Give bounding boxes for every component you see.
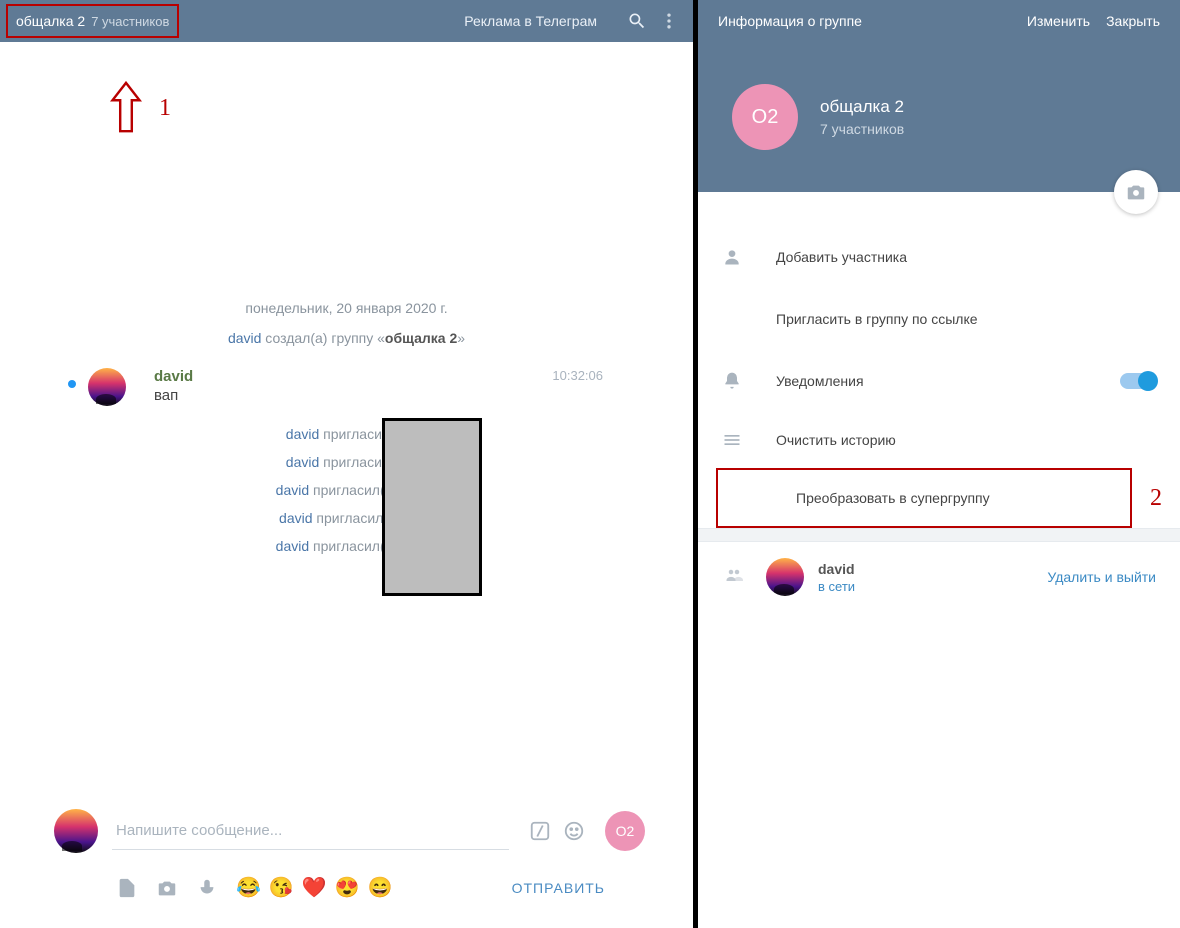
members-icon xyxy=(722,566,746,589)
chat-members-count: 7 участников xyxy=(91,14,169,29)
group-avatar[interactable]: О2 xyxy=(732,84,798,150)
avatar[interactable] xyxy=(88,368,126,406)
slash-command-icon[interactable] xyxy=(527,818,553,844)
system-invite-line: david пригласил(а) xyxy=(20,454,673,470)
system-invite-line: david пригласил(а) м xyxy=(20,510,673,526)
emoji-icon[interactable] xyxy=(561,818,587,844)
convert-supergroup-item[interactable]: Преобразовать в супергруппу xyxy=(718,470,1130,526)
annotation-number-1: 1 xyxy=(159,95,171,122)
group-avatar[interactable]: О2 xyxy=(605,811,645,851)
group-members-count: 7 участников xyxy=(820,121,904,137)
chat-body: 1 понедельник, 20 января 2020 г. david с… xyxy=(0,42,693,793)
notifications-toggle[interactable] xyxy=(1120,373,1156,389)
avatar[interactable] xyxy=(766,558,804,596)
chat-panel: общалка 2 7 участников Реклама в Телегра… xyxy=(0,0,698,928)
invite-block: david пригласил(а) david пригласил(а) da… xyxy=(20,426,673,554)
invite-link-item[interactable]: Пригласить в группу по ссылке xyxy=(698,288,1180,350)
member-name: david xyxy=(818,561,1047,577)
annotation-box-1: общалка 2 7 участников xyxy=(6,4,179,38)
ad-link[interactable]: Реклама в Телеграм xyxy=(464,13,597,29)
member-status: в сети xyxy=(818,579,1047,594)
annotation-number-2: 2 xyxy=(1150,485,1162,512)
emoji-quickbar[interactable]: 😂 😘 ❤️ 😍 😄 xyxy=(236,875,393,900)
avatar[interactable] xyxy=(54,809,98,853)
send-button[interactable]: ОТПРАВИТЬ xyxy=(512,880,605,896)
clear-history-item[interactable]: Очистить историю xyxy=(698,412,1180,468)
change-photo-button[interactable] xyxy=(1114,170,1158,214)
search-icon[interactable] xyxy=(627,11,647,31)
chat-title[interactable]: общалка 2 xyxy=(16,13,85,29)
mic-icon[interactable] xyxy=(196,877,218,899)
message-row: david вап 10:32:06 xyxy=(20,368,673,404)
system-invite-line: david пригласил(а) Vk xyxy=(20,538,673,554)
leave-group-button[interactable]: Удалить и выйти xyxy=(1047,569,1156,585)
message-text: вап xyxy=(154,387,673,404)
group-name: общалка 2 xyxy=(820,97,904,117)
person-icon xyxy=(722,247,776,267)
add-member-item[interactable]: Добавить участника xyxy=(698,226,1180,288)
system-created-line: david создал(а) группу «общалка 2» xyxy=(20,330,673,346)
menu-icon xyxy=(722,430,776,450)
edit-button[interactable]: Изменить xyxy=(1027,13,1090,29)
notifications-item[interactable]: Уведомления xyxy=(698,350,1180,412)
redacted-block xyxy=(382,418,482,596)
message-time: 10:32:06 xyxy=(552,368,603,383)
chat-header: общалка 2 7 участников Реклама в Телегра… xyxy=(0,0,693,42)
attach-file-icon[interactable] xyxy=(116,877,138,899)
section-divider xyxy=(698,528,1180,542)
more-icon[interactable] xyxy=(659,11,679,31)
message-input[interactable] xyxy=(112,812,509,850)
bell-icon xyxy=(722,371,776,391)
info-header: Информация о группе Изменить Закрыть xyxy=(698,0,1180,42)
info-list: Добавить участника Пригласить в группу п… xyxy=(698,192,1180,612)
system-invite-line: david пригласил(а) Vk xyxy=(20,482,673,498)
camera-icon[interactable] xyxy=(156,877,178,899)
member-row[interactable]: david в сети Удалить и выйти xyxy=(698,542,1180,612)
close-button[interactable]: Закрыть xyxy=(1106,13,1160,29)
annotation-wrap-2: Преобразовать в супергруппу 2 xyxy=(698,468,1180,528)
info-hero: О2 общалка 2 7 участников xyxy=(698,42,1180,192)
annotation-arrow-1: 1 xyxy=(105,79,171,137)
info-panel-title: Информация о группе xyxy=(718,13,1011,29)
unread-dot-icon xyxy=(68,380,76,388)
compose-area: О2 😂 😘 ❤️ 😍 😄 ОТПРАВИТЬ xyxy=(0,793,693,928)
annotation-box-2: Преобразовать в супергруппу xyxy=(716,468,1132,528)
system-invite-line: david пригласил(а) xyxy=(20,426,673,442)
date-separator: понедельник, 20 января 2020 г. xyxy=(20,300,673,316)
info-panel: Информация о группе Изменить Закрыть О2 … xyxy=(698,0,1180,928)
